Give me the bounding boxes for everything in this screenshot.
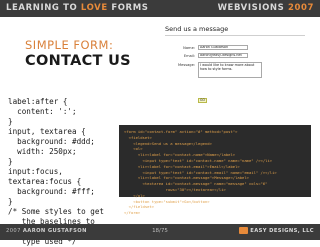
- presentation-title-part2: FORMS: [107, 3, 149, 13]
- example-contact-form: Send us a message Name: Aaron Gustafson …: [160, 20, 310, 115]
- presentation-title: LEARNING TO LOVE FORMS: [6, 3, 148, 13]
- author-name: AARON GUSTAFSON: [22, 228, 87, 234]
- html-code-panel: <form id="contact-form" action="#" metho…: [119, 125, 311, 215]
- event-year: 2007: [287, 3, 314, 13]
- presentation-title-part1: LEARNING TO: [6, 3, 81, 13]
- event-name: WEBVISIONS: [217, 3, 288, 13]
- slide-title-line1: SIMPLE FORM:: [25, 38, 114, 52]
- presentation-title-accent: LOVE: [80, 3, 108, 13]
- author-credit: 2007 AARON GUSTAFSON: [6, 228, 87, 234]
- footer-bar: 2007 AARON GUSTAFSON 18/75 EASY DESIGNS,…: [0, 224, 320, 240]
- email-field[interactable]: aaron@easy-designs.net: [198, 53, 248, 58]
- footer-year: 2007: [6, 228, 23, 234]
- name-field[interactable]: Aaron Gustafson: [198, 45, 248, 50]
- html-code-sample: <form id="contact-form" action="#" metho…: [124, 129, 277, 216]
- slide-title-line2: CONTACT US: [25, 53, 131, 69]
- message-textarea[interactable]: I would like to know more about how to s…: [198, 62, 262, 78]
- message-label: Message:: [178, 63, 195, 67]
- email-label: Email:: [183, 54, 195, 58]
- event-title: WEBVISIONS 2007: [218, 3, 314, 13]
- company-logo-icon: [239, 227, 249, 234]
- company-name: EASY DESIGNS, LLC: [250, 228, 314, 234]
- slide-title: SIMPLE FORM: CONTACT US: [25, 38, 131, 69]
- form-divider: [165, 35, 305, 36]
- name-label: Name:: [183, 46, 195, 50]
- header-bar: LEARNING TO LOVE FORMS WEBVISIONS 2007: [0, 0, 320, 17]
- go-button[interactable]: GO: [198, 98, 207, 103]
- company-brand: EASY DESIGNS, LLC: [239, 227, 314, 234]
- form-legend: Send us a message: [165, 25, 229, 33]
- slide-number: 18/75: [152, 228, 168, 234]
